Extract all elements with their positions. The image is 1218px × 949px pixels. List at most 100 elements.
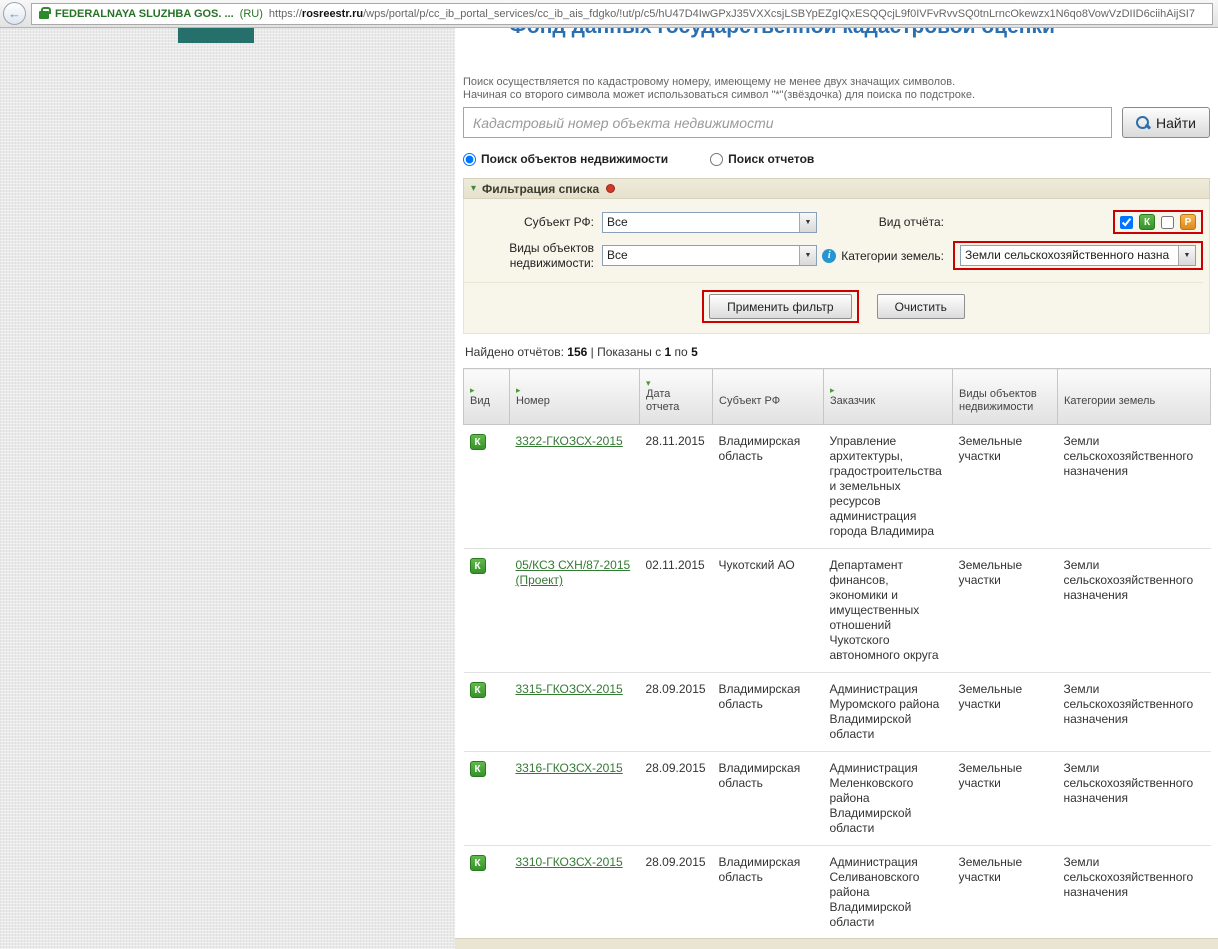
report-customer: Администрация Меленковского района Влади…: [824, 752, 953, 846]
land-category-label: Категории земель:: [841, 249, 944, 263]
col-header-object-types-label: Виды объектов недвижимости: [959, 388, 1037, 414]
land-category-controls: Земли сельскохозяйственного назна ▼: [951, 241, 1203, 270]
report-object-types: Земельные участки: [953, 752, 1058, 846]
search-icon: [1136, 116, 1150, 130]
cadastral-number-input[interactable]: [463, 107, 1112, 138]
report-object-types: Земельные участки: [953, 673, 1058, 752]
report-date: 02.11.2015: [640, 549, 713, 673]
report-subject: Чукотский АО: [713, 549, 824, 673]
radio-objects-label: Поиск объектов недвижимости: [481, 152, 668, 166]
filter-row-subject: Субъект РФ: Все ▼ Вид отчёта: К Р: [464, 210, 1203, 234]
back-icon: ←: [8, 6, 21, 21]
report-type-badge: К: [470, 682, 486, 698]
report-date: 28.11.2015: [640, 425, 713, 549]
report-object-types: Земельные участки: [953, 846, 1058, 940]
report-subject: Владимирская область: [713, 846, 824, 940]
shown-label: | Показаны с: [587, 345, 664, 359]
required-marker-icon: [606, 184, 615, 193]
col-header-number[interactable]: ▸Номер: [510, 369, 640, 425]
filter-section-header[interactable]: ▾ Фильтрация списка: [463, 178, 1210, 199]
k-badge: К: [1139, 214, 1155, 230]
info-icon[interactable]: i: [822, 249, 836, 263]
table-row: К 05/КСЗ СХН/87-2015 (Проект) 02.11.2015…: [464, 549, 1211, 673]
report-land-category: Земли сельскохозяйственного назначения: [1058, 549, 1211, 673]
col-header-type-label: Вид: [470, 395, 490, 407]
table-header-row: ▸Вид ▸Номер ▾Дата отчета Субъект РФ ▸Зак…: [464, 369, 1211, 425]
report-land-category: Земли сельскохозяйственного назначения: [1058, 673, 1211, 752]
found-count: 156: [567, 345, 587, 359]
report-link[interactable]: 3310-ГКОЗСХ-2015: [516, 855, 623, 869]
land-category-select[interactable]: Земли сельскохозяйственного назна ▼: [960, 245, 1196, 266]
shown-to: 5: [691, 345, 698, 359]
radio-search-reports[interactable]: Поиск отчетов: [710, 152, 814, 166]
page-title-clip: Фонд данных государственной кадастровой …: [463, 28, 1210, 42]
report-type-controls: К Р: [951, 210, 1203, 234]
col-header-date[interactable]: ▾Дата отчета: [640, 369, 713, 425]
report-type-p-checkbox[interactable]: [1161, 216, 1174, 229]
report-link[interactable]: 3315-ГКОЗСХ-2015: [516, 682, 623, 696]
report-land-category: Земли сельскохозяйственного назначения: [1058, 425, 1211, 549]
filter-panel: Субъект РФ: Все ▼ Вид отчёта: К Р Виды о…: [463, 199, 1210, 334]
filter-row-object-types: Виды объектов недвижимости: Все ▼ i Кате…: [464, 241, 1203, 270]
table-row: К 3315-ГКОЗСХ-2015 28.09.2015 Владимирск…: [464, 673, 1211, 752]
radio-reports-label: Поиск отчетов: [728, 152, 814, 166]
sort-arrow-icon: ▸: [470, 386, 503, 395]
report-type-k-checkbox[interactable]: [1120, 216, 1133, 229]
report-link[interactable]: 05/КСЗ СХН/87-2015 (Проект): [516, 558, 631, 587]
url-text: https://rosreestr.ru/wps/portal/p/cc_ib_…: [269, 8, 1195, 20]
dropdown-arrow-icon: ▼: [799, 213, 816, 232]
col-header-subject[interactable]: Субъект РФ: [713, 369, 824, 425]
url-scheme: https://: [269, 8, 302, 20]
sort-arrow-icon: [1064, 386, 1204, 395]
radio-reports-input[interactable]: [710, 153, 723, 166]
col-header-type[interactable]: ▸Вид: [464, 369, 510, 425]
find-button[interactable]: Найти: [1122, 107, 1210, 138]
results-summary: Найдено отчётов: 156 | Показаны с 1 по 5: [463, 345, 1210, 359]
land-category-select-value: Земли сельскохозяйственного назна: [961, 246, 1178, 265]
page: Фонд данных государственной кадастровой …: [0, 28, 1218, 949]
col-header-customer[interactable]: ▸Заказчик: [824, 369, 953, 425]
report-link[interactable]: 3316-ГКОЗСХ-2015: [516, 761, 623, 775]
search-hint-line2: Начиная со второго символа может использ…: [463, 89, 1210, 102]
report-type-badge: К: [470, 558, 486, 574]
url-path: /wps/portal/p/cc_ib_portal_services/cc_i…: [363, 8, 1195, 20]
sort-arrow-icon: ▾: [646, 379, 706, 388]
report-land-category: Земли сельскохозяйственного назначения: [1058, 752, 1211, 846]
report-customer: Управление архитектуры, градостроительст…: [824, 425, 953, 549]
address-bar[interactable]: FEDERALNAYA SLUZHBA GOS. ... (RU) https:…: [31, 3, 1213, 25]
object-types-label: Виды объектов недвижимости:: [464, 241, 602, 270]
page-title: Фонд данных государственной кадастровой …: [509, 28, 1055, 39]
sort-arrow-icon: [719, 386, 817, 395]
filter-buttons-row: Применить фильтр Очистить: [464, 282, 1203, 333]
security-region: (RU): [240, 8, 263, 20]
col-header-customer-label: Заказчик: [830, 395, 875, 407]
object-types-select[interactable]: Все ▼: [602, 245, 817, 266]
radio-search-objects[interactable]: Поиск объектов недвижимости: [463, 152, 668, 166]
subject-select-value: Все: [603, 213, 799, 232]
back-button[interactable]: ←: [3, 2, 26, 25]
report-date: 28.09.2015: [640, 752, 713, 846]
apply-filter-button[interactable]: Применить фильтр: [709, 294, 851, 319]
report-customer: Администрация Селивановского района Влад…: [824, 846, 953, 940]
radio-objects-input[interactable]: [463, 153, 476, 166]
report-type-badge: К: [470, 855, 486, 871]
col-header-object-types[interactable]: Виды объектов недвижимости: [953, 369, 1058, 425]
sort-arrow-icon: [959, 379, 1051, 388]
report-date: 28.09.2015: [640, 846, 713, 940]
col-header-date-label: Дата отчета: [646, 388, 679, 414]
col-header-land-category-label: Категории земель: [1064, 395, 1155, 407]
lock-icon: [39, 11, 49, 19]
highlight-land-category: Земли сельскохозяйственного назна ▼: [953, 241, 1203, 270]
collapse-triangle-icon: ▾: [471, 184, 476, 194]
col-header-land-category[interactable]: Категории земель: [1058, 369, 1211, 425]
clear-filter-button[interactable]: Очистить: [877, 294, 965, 319]
report-customer: Департамент финансов, экономики и имущес…: [824, 549, 953, 673]
highlight-report-type: К Р: [1113, 210, 1203, 234]
report-object-types: Земельные участки: [953, 549, 1058, 673]
dropdown-arrow-icon: ▼: [1178, 246, 1195, 265]
found-label: Найдено отчётов:: [465, 345, 567, 359]
report-link[interactable]: 3322-ГКОЗСХ-2015: [516, 434, 623, 448]
shown-to-label: по: [671, 345, 691, 359]
sort-arrow-icon: ▸: [516, 386, 633, 395]
subject-select[interactable]: Все ▼: [602, 212, 817, 233]
